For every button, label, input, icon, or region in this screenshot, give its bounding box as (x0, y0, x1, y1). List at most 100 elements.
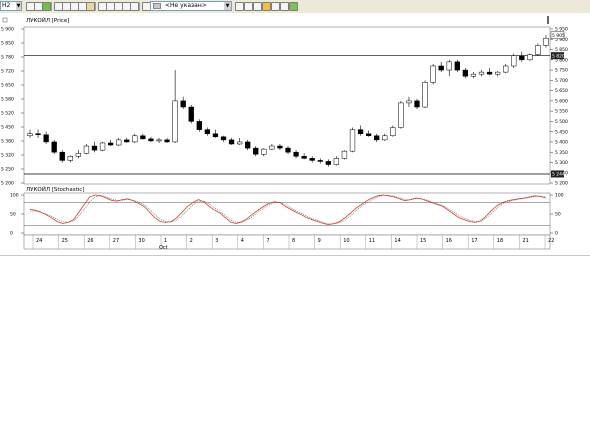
candle-body[interactable] (99, 142, 106, 151)
print-icon[interactable] (235, 2, 244, 11)
candle-body[interactable] (180, 100, 186, 108)
candle-body[interactable] (51, 141, 57, 153)
candle-body[interactable] (277, 145, 283, 149)
candle-body[interactable] (245, 141, 251, 149)
price-tick-label: 5 350 (555, 150, 568, 156)
month-label: Oct (159, 245, 168, 251)
candle-body[interactable] (91, 145, 98, 151)
candle-body[interactable] (156, 139, 162, 142)
candle-body[interactable] (27, 133, 33, 137)
candle-body[interactable] (172, 100, 178, 143)
settings-icon[interactable] (271, 2, 280, 11)
candle-body[interactable] (382, 135, 388, 141)
stochastic-pane-title: ЛУКОЙЛ [Stochastic] (26, 186, 84, 193)
candle-body[interactable] (470, 73, 477, 77)
color-icon[interactable] (262, 2, 271, 11)
candle-body[interactable] (212, 133, 219, 138)
price-left-axis: 5 900 5 850 5 780 5 720 5 650 5 580 5 520 5 450… (1, 27, 24, 187)
refresh-icon[interactable] (42, 2, 51, 11)
candle-body[interactable] (148, 138, 154, 142)
candle-body[interactable] (422, 82, 428, 108)
date-tick-label: 22 (548, 238, 554, 244)
candle-body[interactable] (164, 139, 170, 143)
candle-body[interactable] (503, 65, 509, 73)
candle-body[interactable] (43, 134, 49, 143)
price-left-tick-label: 5 780 (1, 55, 14, 61)
candle-body[interactable] (140, 135, 146, 140)
timeframe-select[interactable]: H2 ▼ (0, 1, 22, 11)
price-tick-label: 5 400 (555, 140, 568, 146)
candle-body[interactable] (462, 69, 469, 77)
export-icon[interactable] (289, 2, 298, 11)
date-tick-label: 3 (215, 238, 218, 244)
pane-close-icon[interactable] (2, 17, 8, 23)
candle-body[interactable] (398, 102, 404, 128)
candle-body[interactable] (107, 142, 114, 146)
candle-body[interactable] (519, 55, 525, 61)
candle-body[interactable] (124, 139, 130, 143)
candle-body[interactable] (454, 61, 460, 71)
chart-area[interactable]: ЛУКОЙЛ [Price] 5 950 5 900 5 850 5 800 5 750… (0, 13, 590, 256)
candle-body[interactable] (285, 147, 291, 153)
candle-body[interactable] (390, 127, 396, 137)
candle-body[interactable] (494, 71, 501, 75)
status-select[interactable]: <Не указан> ▼ (150, 1, 232, 11)
candle-body[interactable] (132, 135, 138, 143)
date-tick-label: 10 (343, 238, 349, 244)
candle-body[interactable] (478, 71, 485, 75)
candle-body[interactable] (430, 65, 436, 83)
candle-body[interactable] (59, 151, 65, 161)
candle-body[interactable] (333, 158, 340, 165)
candle-body[interactable] (446, 61, 452, 71)
candle-body[interactable] (188, 106, 194, 122)
candle-body[interactable] (253, 147, 259, 155)
candle-body[interactable] (269, 145, 275, 150)
candle-body[interactable] (75, 152, 82, 157)
chevron-down-icon: ▼ (16, 2, 21, 10)
date-tick-label: 11 (369, 238, 375, 244)
candle-body[interactable] (341, 150, 348, 159)
candle-body[interactable] (261, 148, 267, 155)
chart-svg[interactable]: ЛУКОЙЛ [Price] 5 9505 9005 8505 8005 750… (0, 13, 590, 255)
scales-icon[interactable] (253, 2, 262, 11)
candle-body[interactable] (228, 139, 235, 145)
candle-body[interactable] (406, 100, 412, 104)
save-icon[interactable] (244, 2, 253, 11)
candle-body[interactable] (83, 145, 90, 154)
candle-body[interactable] (543, 37, 549, 46)
candle-body[interactable] (325, 161, 331, 165)
candle-body[interactable] (35, 133, 41, 135)
alert-icon[interactable] (280, 2, 289, 11)
candle-body[interactable] (220, 136, 227, 141)
candle-body[interactable] (67, 156, 73, 161)
candle-body[interactable] (309, 158, 315, 161)
candle-body[interactable] (527, 54, 533, 61)
candle-body[interactable] (301, 156, 307, 159)
candle-body[interactable] (349, 129, 356, 152)
text-tool-icon[interactable] (130, 2, 139, 11)
toolbar-separator (95, 2, 96, 11)
candle-body[interactable] (414, 100, 420, 108)
date-tick-label: 16 (446, 238, 452, 244)
candle-body[interactable] (317, 160, 323, 162)
candle-body[interactable] (486, 71, 493, 75)
candle-body[interactable] (236, 141, 243, 145)
candle-body[interactable] (511, 55, 517, 67)
chevron-down-icon: ▼ (224, 2, 231, 10)
candle-body[interactable] (204, 129, 211, 134)
price-tick-label: 5 700 (555, 78, 568, 84)
price-tick-label: 5 300 (555, 160, 568, 166)
candle-body[interactable] (116, 139, 122, 146)
candle-body[interactable] (357, 129, 364, 134)
pan-icon[interactable] (86, 2, 95, 11)
candle-body[interactable] (535, 45, 541, 55)
candle-body[interactable] (438, 65, 444, 71)
price-left-tick-label: 5 250 (1, 167, 14, 173)
date-tick-label: 14 (394, 238, 400, 244)
price-left-tick-label: 5 900 (1, 27, 14, 33)
candle-body[interactable] (196, 121, 202, 130)
date-tick-label: 15 (420, 238, 426, 244)
candle-body[interactable] (293, 151, 299, 157)
candle-body[interactable] (365, 133, 372, 137)
candle-body[interactable] (374, 135, 380, 141)
